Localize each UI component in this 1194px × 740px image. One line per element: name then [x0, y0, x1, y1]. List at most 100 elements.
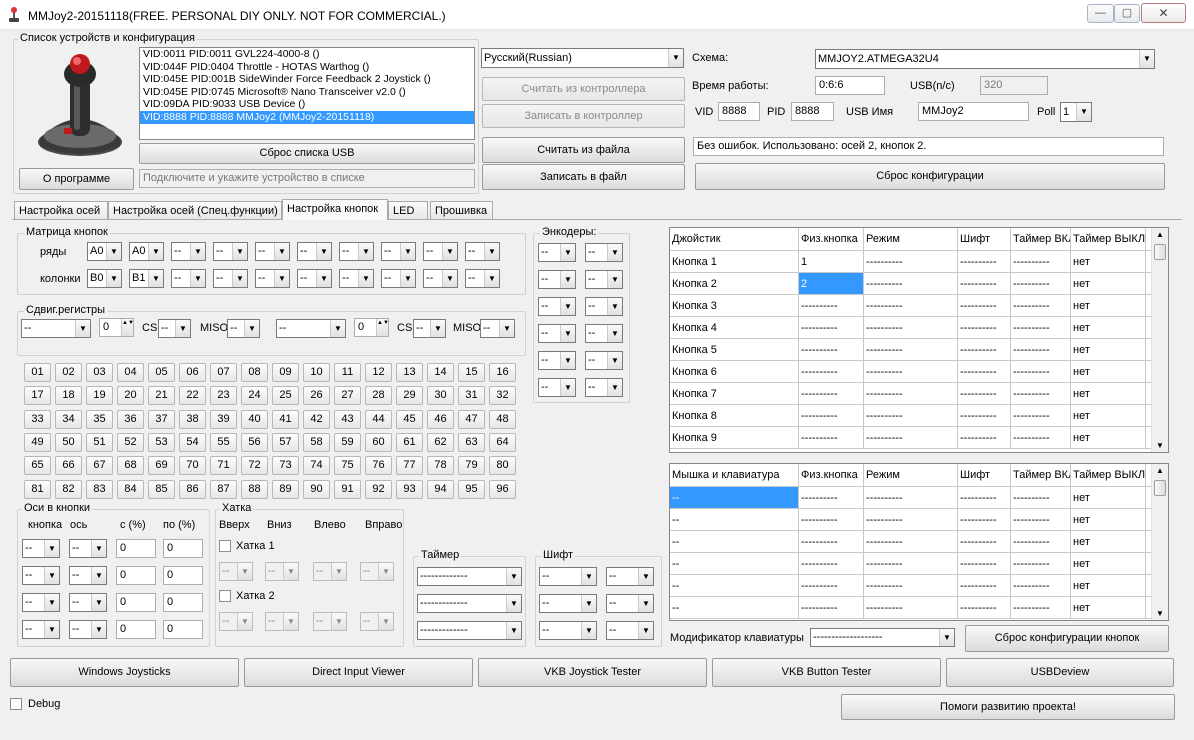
table-cell[interactable]: ----------: [1011, 405, 1071, 426]
table-row[interactable]: -- ---------- ---------- ---------- --------…: [670, 487, 1168, 509]
table-row[interactable]: Кнопка 6 ---------- ---------- ---------- --…: [670, 361, 1168, 383]
scroll-up-icon[interactable]: ▲: [1152, 466, 1168, 475]
col-select-10[interactable]: --: [465, 269, 500, 288]
debug-checkbox[interactable]: [10, 698, 22, 710]
timer-select-2[interactable]: -------------: [417, 594, 522, 613]
table-cell[interactable]: Кнопка 4: [670, 317, 799, 338]
table-cell[interactable]: ----------: [799, 487, 864, 508]
table-cell[interactable]: нет: [1071, 339, 1146, 360]
physical-button-02[interactable]: 02: [55, 363, 82, 382]
physical-button-45[interactable]: 45: [396, 409, 423, 429]
shift-select-b[interactable]: --: [606, 621, 654, 640]
table-row[interactable]: -- ---------- ---------- ---------- --------…: [670, 509, 1168, 531]
table-cell[interactable]: ----------: [799, 405, 864, 426]
table-cell[interactable]: ----------: [958, 405, 1011, 426]
vid-field[interactable]: 8888: [718, 102, 760, 121]
table-cell[interactable]: ----------: [1011, 531, 1071, 552]
encoder-select-a[interactable]: --: [538, 378, 576, 397]
physical-button-19[interactable]: 19: [86, 386, 113, 406]
physical-button-13[interactable]: 13: [396, 363, 423, 382]
physical-button-24[interactable]: 24: [241, 386, 268, 406]
table-cell[interactable]: ----------: [958, 361, 1011, 382]
table-row[interactable]: Кнопка 9 ---------- ---------- ---------- --…: [670, 427, 1168, 449]
axis-from-field[interactable]: 0: [116, 539, 156, 558]
physical-button-07[interactable]: 07: [210, 363, 237, 382]
table-cell[interactable]: ----------: [1011, 251, 1071, 272]
physical-button-25[interactable]: 25: [272, 386, 299, 406]
hat-direction-select[interactable]: --: [265, 612, 299, 631]
direct-input-viewer-button[interactable]: Direct Input Viewer: [244, 658, 473, 687]
physical-button-27[interactable]: 27: [334, 386, 361, 406]
table-cell[interactable]: ----------: [864, 531, 958, 552]
physical-button-96[interactable]: 96: [489, 479, 516, 499]
minimize-button[interactable]: —: [1087, 4, 1114, 23]
table-cell[interactable]: ----------: [864, 339, 958, 360]
encoder-select-b[interactable]: --: [585, 324, 623, 343]
hat-direction-select[interactable]: --: [360, 612, 394, 631]
physical-button-57[interactable]: 57: [272, 432, 299, 452]
physical-button-95[interactable]: 95: [458, 479, 485, 499]
physical-button-04[interactable]: 04: [117, 363, 144, 382]
encoder-select-b[interactable]: --: [585, 243, 623, 262]
physical-button-21[interactable]: 21: [148, 386, 175, 406]
physical-button-09[interactable]: 09: [272, 363, 299, 382]
table-cell[interactable]: Кнопка 8: [670, 405, 799, 426]
table-cell[interactable]: ----------: [958, 487, 1011, 508]
scroll-up-icon[interactable]: ▲: [1152, 230, 1168, 239]
physical-button-37[interactable]: 37: [148, 409, 175, 429]
device-list-item[interactable]: VID:0011 PID:0011 GVL224-4000-8 (): [140, 48, 474, 61]
tab-buttons[interactable]: Настройка кнопок: [282, 199, 388, 220]
device-list-item[interactable]: VID:045E PID:001B SideWinder Force Feedb…: [140, 73, 474, 86]
vertical-scrollbar[interactable]: ▲ ▼: [1151, 464, 1168, 620]
row-select-4[interactable]: --: [213, 242, 248, 261]
col-select-9[interactable]: --: [423, 269, 458, 288]
table-cell[interactable]: нет: [1071, 361, 1146, 382]
table-cell[interactable]: Кнопка 3: [670, 295, 799, 316]
table-cell[interactable]: ----------: [1011, 339, 1071, 360]
physical-button-51[interactable]: 51: [86, 432, 113, 452]
read-file-button[interactable]: Считать из файла: [482, 137, 685, 163]
physical-button-33[interactable]: 33: [24, 409, 51, 429]
reset-usb-list-button[interactable]: Сброс списка USB: [139, 143, 475, 164]
row-select-2[interactable]: A0: [129, 242, 164, 261]
row-select-10[interactable]: --: [465, 242, 500, 261]
scrollbar-thumb[interactable]: [1154, 480, 1166, 496]
physical-button-47[interactable]: 47: [458, 409, 485, 429]
axis-button-select[interactable]: --: [22, 566, 60, 585]
col-select-7[interactable]: --: [339, 269, 374, 288]
hat-direction-select[interactable]: --: [265, 562, 299, 581]
table-row[interactable]: Кнопка 5 ---------- ---------- ---------- --…: [670, 339, 1168, 361]
physical-button-53[interactable]: 53: [148, 432, 175, 452]
physical-button-48[interactable]: 48: [489, 409, 516, 429]
vkb-button-tester-button[interactable]: VKB Button Tester: [712, 658, 941, 687]
table-cell[interactable]: 1: [799, 251, 864, 272]
table-cell[interactable]: Кнопка 5: [670, 339, 799, 360]
physical-button-49[interactable]: 49: [24, 432, 51, 452]
physical-button-28[interactable]: 28: [365, 386, 392, 406]
table-cell[interactable]: --: [670, 487, 799, 508]
table-cell[interactable]: ----------: [864, 317, 958, 338]
row-select-5[interactable]: --: [255, 242, 290, 261]
table-row[interactable]: Кнопка 1 1 ---------- ---------- ---------- н…: [670, 251, 1168, 273]
write-controller-button[interactable]: Записать в контроллер: [482, 104, 685, 128]
scheme-select[interactable]: MMJOY2.ATMEGA32U4: [815, 49, 1155, 69]
joystick-table[interactable]: Джойстик Физ.кнопка Режим Шифт Таймер ВКЛ Тай…: [669, 227, 1169, 453]
physical-button-12[interactable]: 12: [365, 363, 392, 382]
table-cell[interactable]: ----------: [1011, 295, 1071, 316]
physical-button-73[interactable]: 73: [272, 456, 299, 476]
physical-button-29[interactable]: 29: [396, 386, 423, 406]
close-button[interactable]: ✕: [1141, 3, 1186, 23]
physical-button-42[interactable]: 42: [303, 409, 330, 429]
hat-direction-select[interactable]: --: [360, 562, 394, 581]
hat2-checkbox[interactable]: [219, 590, 231, 602]
physical-button-91[interactable]: 91: [334, 479, 361, 499]
encoder-select-a[interactable]: --: [538, 243, 576, 262]
table-cell[interactable]: ----------: [958, 531, 1011, 552]
axis-from-field[interactable]: 0: [116, 566, 156, 585]
about-button[interactable]: О программе: [19, 168, 134, 190]
shift-select-a[interactable]: --: [539, 567, 597, 586]
physical-button-10[interactable]: 10: [303, 363, 330, 382]
table-cell[interactable]: ----------: [799, 531, 864, 552]
col-select-5[interactable]: --: [255, 269, 290, 288]
scrollbar-thumb[interactable]: [1154, 244, 1166, 260]
